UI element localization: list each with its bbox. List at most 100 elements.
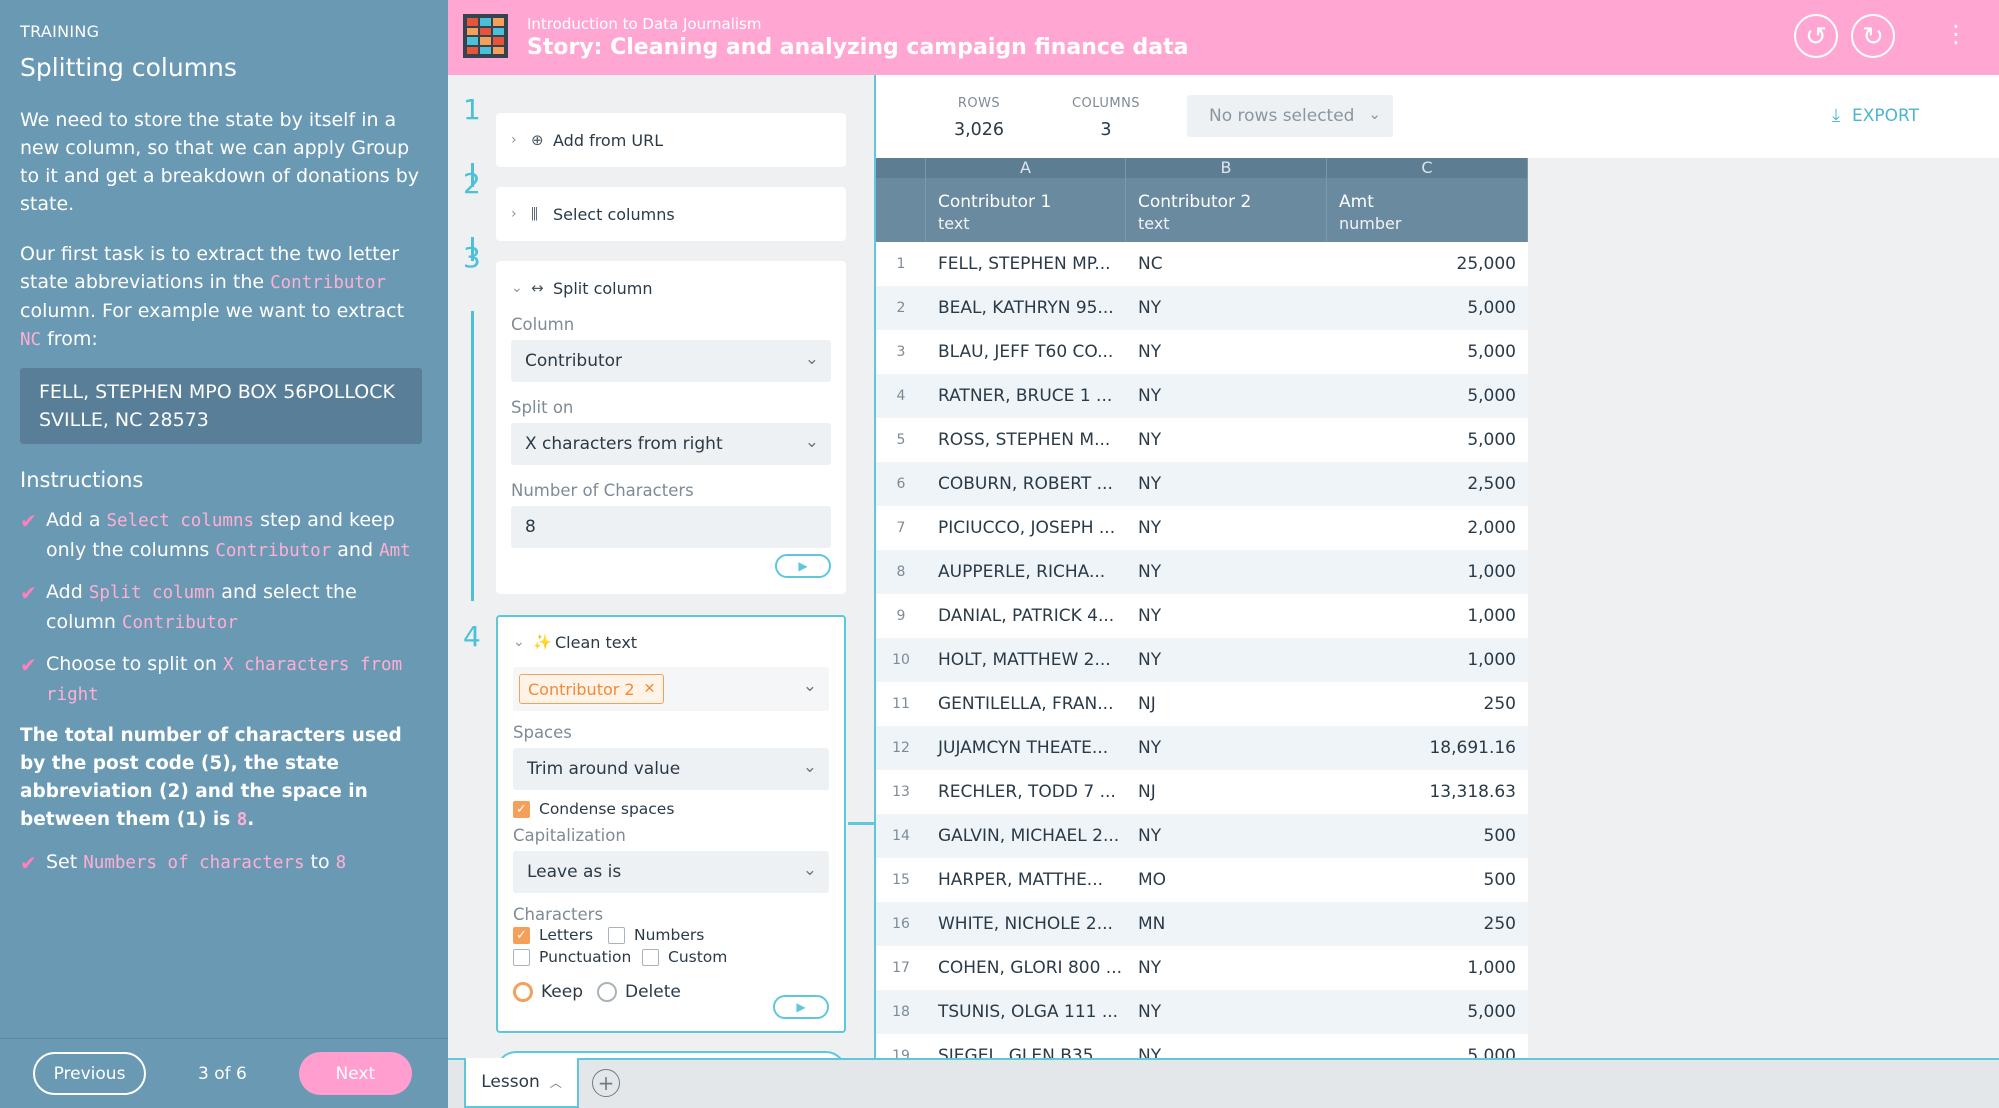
cell-amt[interactable]: 1,000 <box>1327 606 1528 626</box>
chevron-right-icon[interactable]: › <box>511 132 531 148</box>
cell-amt[interactable]: 5,000 <box>1327 430 1528 450</box>
table-row[interactable]: 10 HOLT, MATTHEW 2... NY 1,000 <box>876 638 1528 682</box>
spaces-select[interactable]: Trim around value ⌄ <box>513 748 829 790</box>
cell-contributor-1[interactable]: BLAU, JEFF T60 CO... <box>926 342 1126 362</box>
cell-contributor-1[interactable]: COHEN, GLORI 800 ... <box>926 958 1126 978</box>
chevron-up-icon[interactable]: ︿ <box>550 1074 562 1091</box>
more-menu-icon[interactable]: ⋮ <box>1944 20 1968 48</box>
cell-contributor-1[interactable]: GENTILELLA, FRAN... <box>926 694 1126 714</box>
cell-contributor-2[interactable]: NY <box>1126 650 1327 670</box>
cell-contributor-2[interactable]: NY <box>1126 738 1327 758</box>
cell-contributor-1[interactable]: COBURN, ROBERT ... <box>926 474 1126 494</box>
cell-contributor-1[interactable]: TSUNIS, OLGA 111 ... <box>926 1002 1126 1022</box>
table-row[interactable]: 13 RECHLER, TODD 7 ... NJ 13,318.63 <box>876 770 1528 814</box>
cell-contributor-2[interactable]: NC <box>1126 254 1327 274</box>
cell-contributor-2[interactable]: MO <box>1126 870 1327 890</box>
capitalization-select[interactable]: Leave as is ⌄ <box>513 851 829 893</box>
cell-contributor-2[interactable]: NJ <box>1126 694 1327 714</box>
cell-amt[interactable]: 250 <box>1327 694 1528 714</box>
table-row[interactable]: 17 COHEN, GLORI 800 ... NY 1,000 <box>876 946 1528 990</box>
cell-contributor-2[interactable]: NY <box>1126 562 1327 582</box>
cell-contributor-2[interactable]: NY <box>1126 826 1327 846</box>
cell-amt[interactable]: 2,500 <box>1327 474 1528 494</box>
table-row[interactable]: 3 BLAU, JEFF T60 CO... NY 5,000 <box>876 330 1528 374</box>
execute-button[interactable]: ▶ <box>773 995 829 1019</box>
cell-contributor-1[interactable]: WHITE, NICHOLE 2... <box>926 914 1126 934</box>
table-row[interactable]: 1 FELL, STEPHEN MP... NC 25,000 <box>876 242 1528 286</box>
column-header[interactable]: Contributor 2 text <box>1126 178 1327 242</box>
cell-contributor-2[interactable]: NY <box>1126 1002 1327 1022</box>
remove-tag-icon[interactable]: ✕ <box>644 681 656 697</box>
export-button[interactable]: ⤓ EXPORT <box>1832 105 1919 126</box>
split-on-select[interactable]: X characters from right ⌄ <box>511 423 831 465</box>
punctuation-checkbox[interactable] <box>513 948 530 966</box>
letters-checkbox[interactable]: ✓ <box>513 926 530 944</box>
cell-contributor-1[interactable]: ROSS, STEPHEN M... <box>926 430 1126 450</box>
table-row[interactable]: 7 PICIUCCO, JOSEPH ... NY 2,000 <box>876 506 1528 550</box>
execute-button[interactable]: ▶ <box>775 554 831 578</box>
custom-checkbox[interactable] <box>642 948 659 966</box>
chevron-down-icon[interactable]: ⌄ <box>511 280 531 296</box>
column-header[interactable]: Contributor 1 text <box>926 178 1126 242</box>
cell-amt[interactable]: 5,000 <box>1327 386 1528 406</box>
column-select[interactable]: Contributor ⌄ <box>511 340 831 382</box>
cell-contributor-1[interactable]: BEAL, KATHRYN 95... <box>926 298 1126 318</box>
cell-contributor-1[interactable]: RECHLER, TODD 7 ... <box>926 782 1126 802</box>
columns-multiselect[interactable]: Contributor 2 ✕ ⌄ <box>513 667 829 711</box>
table-row[interactable]: 14 GALVIN, MICHAEL 2... NY 500 <box>876 814 1528 858</box>
cell-amt[interactable]: 1,000 <box>1327 958 1528 978</box>
undo-button[interactable]: ↺ <box>1794 14 1838 58</box>
table-row[interactable]: 11 GENTILELLA, FRAN... NJ 250 <box>876 682 1528 726</box>
table-row[interactable]: 8 AUPPERLE, RICHA... NY 1,000 <box>876 550 1528 594</box>
cell-contributor-2[interactable]: NY <box>1126 386 1327 406</box>
cell-contributor-1[interactable]: DANIAL, PATRICK 4... <box>926 606 1126 626</box>
cell-amt[interactable]: 25,000 <box>1327 254 1528 274</box>
redo-button[interactable]: ↻ <box>1851 14 1895 58</box>
cell-contributor-1[interactable]: FELL, STEPHEN MP... <box>926 254 1126 274</box>
cell-contributor-2[interactable]: NY <box>1126 958 1327 978</box>
module-select-columns[interactable]: › ⫼ Select columns <box>496 187 846 241</box>
cell-contributor-2[interactable]: NY <box>1126 430 1327 450</box>
table-row[interactable]: 2 BEAL, KATHRYN 95... NY 5,000 <box>876 286 1528 330</box>
cell-amt[interactable]: 2,000 <box>1327 518 1528 538</box>
cell-contributor-2[interactable]: MN <box>1126 914 1327 934</box>
add-tab-button[interactable]: + <box>592 1069 620 1097</box>
delete-radio[interactable] <box>597 982 617 1002</box>
cell-amt[interactable]: 1,000 <box>1327 562 1528 582</box>
cell-amt[interactable]: 500 <box>1327 870 1528 890</box>
column-header[interactable]: Amt number <box>1327 178 1528 242</box>
cell-contributor-1[interactable]: HARPER, MATTHE... <box>926 870 1126 890</box>
chevron-right-icon[interactable]: › <box>511 206 531 222</box>
cell-contributor-1[interactable]: JUJAMCYN THEATE... <box>926 738 1126 758</box>
cell-contributor-2[interactable]: NY <box>1126 474 1327 494</box>
cell-contributor-2[interactable]: NJ <box>1126 782 1327 802</box>
cell-amt[interactable]: 5,000 <box>1327 342 1528 362</box>
cell-contributor-1[interactable]: HOLT, MATTHEW 2... <box>926 650 1126 670</box>
table-row[interactable]: 12 JUJAMCYN THEATE... NY 18,691.16 <box>876 726 1528 770</box>
table-row[interactable]: 18 TSUNIS, OLGA 111 ... NY 5,000 <box>876 990 1528 1034</box>
numbers-checkbox[interactable] <box>608 926 625 944</box>
table-row[interactable]: 15 HARPER, MATTHE... MO 500 <box>876 858 1528 902</box>
condense-spaces-option[interactable]: ✓ Condense spaces <box>513 800 829 818</box>
table-row[interactable]: 6 COBURN, ROBERT ... NY 2,500 <box>876 462 1528 506</box>
condense-spaces-checkbox[interactable]: ✓ <box>513 800 530 818</box>
row-selection-dropdown[interactable]: No rows selected ⌄ <box>1187 95 1393 137</box>
cell-contributor-1[interactable]: AUPPERLE, RICHA... <box>926 562 1126 582</box>
chevron-down-icon[interactable]: ⌄ <box>513 634 533 650</box>
cell-amt[interactable]: 250 <box>1327 914 1528 934</box>
keep-radio[interactable] <box>513 982 533 1002</box>
table-row[interactable]: 5 ROSS, STEPHEN M... NY 5,000 <box>876 418 1528 462</box>
cell-amt[interactable]: 5,000 <box>1327 1002 1528 1022</box>
breadcrumb[interactable]: Introduction to Data Journalism <box>527 15 762 33</box>
cell-amt[interactable]: 1,000 <box>1327 650 1528 670</box>
cell-contributor-2[interactable]: NY <box>1126 518 1327 538</box>
cell-amt[interactable]: 18,691.16 <box>1327 738 1528 758</box>
tab-lesson[interactable]: Lesson ︿ <box>464 1058 579 1108</box>
cell-contributor-1[interactable]: GALVIN, MICHAEL 2... <box>926 826 1126 846</box>
cell-contributor-2[interactable]: NY <box>1126 298 1327 318</box>
module-add-from-url[interactable]: › ⊕ Add from URL <box>496 113 846 167</box>
cell-amt[interactable]: 500 <box>1327 826 1528 846</box>
cell-contributor-2[interactable]: NY <box>1126 606 1327 626</box>
table-row[interactable]: 9 DANIAL, PATRICK 4... NY 1,000 <box>876 594 1528 638</box>
cell-contributor-1[interactable]: RATNER, BRUCE 1 ... <box>926 386 1126 406</box>
